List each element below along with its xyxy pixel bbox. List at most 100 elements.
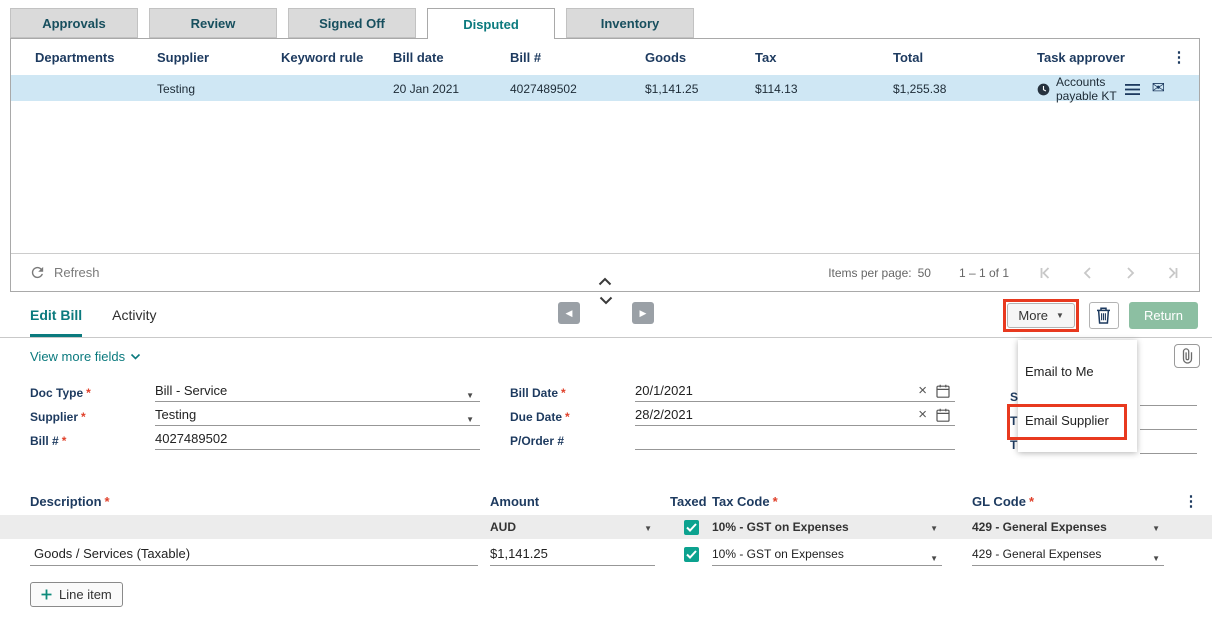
table-options-icon[interactable]	[1167, 48, 1191, 66]
line-items-header: Description * Amount Taxed Tax Code * GL C…	[0, 490, 1212, 512]
column-header-total: Total	[893, 49, 924, 65]
purchase-order-input[interactable]	[635, 430, 955, 450]
taxed-default-checkbox[interactable]	[683, 519, 699, 535]
caret-down-icon	[1056, 310, 1064, 321]
clear-icon[interactable]	[918, 382, 927, 400]
next-bill-button[interactable]	[632, 302, 654, 324]
summary-tax-label: T	[1010, 414, 1018, 428]
bills-table-header: Departments Supplier Keyword rule Bill d…	[11, 39, 1199, 75]
taxed-checkbox[interactable]	[683, 546, 699, 562]
refresh-icon	[29, 264, 46, 281]
tab-signed-off[interactable]: Signed Off	[288, 8, 416, 38]
previous-page-button[interactable]	[1079, 264, 1097, 282]
calendar-icon[interactable]	[936, 384, 950, 398]
description-value: Goods / Services (Taxable)	[34, 546, 191, 561]
add-line-item-button[interactable]: Line item	[30, 582, 123, 607]
currency-select[interactable]: AUD	[490, 520, 670, 534]
chevron-up-icon	[598, 277, 613, 286]
refresh-button[interactable]: Refresh	[29, 264, 100, 281]
task-approver-name: Accounts payable KT	[1056, 75, 1117, 103]
supplier-value: Testing	[155, 407, 197, 422]
delete-button[interactable]	[1088, 302, 1119, 329]
gl-code-default-select[interactable]: 429 - General Expenses	[972, 520, 1182, 534]
column-header-departments: Departments	[35, 49, 115, 65]
caret-down-icon	[644, 520, 652, 534]
bill-number-label: Bill # *	[30, 434, 67, 448]
caret-down-icon	[1152, 520, 1160, 534]
cell-total: $1,255.38	[893, 82, 947, 96]
page-range-label: 1 – 1 of 1	[958, 265, 1009, 280]
currency-value: AUD	[490, 520, 516, 534]
column-header-task-approver: Task approver	[1037, 49, 1125, 65]
caret-down-icon	[466, 386, 474, 401]
next-page-button[interactable]	[1121, 264, 1139, 282]
collapse-table-button[interactable]	[592, 275, 619, 288]
attachment-button[interactable]	[1174, 344, 1200, 368]
line-summary-icon[interactable]	[1124, 83, 1140, 95]
more-button[interactable]: More	[1007, 303, 1075, 328]
doc-type-select[interactable]: Bill - Service	[155, 382, 480, 402]
previous-bill-button[interactable]	[558, 302, 580, 324]
cell-bill-date: 20 Jan 2021	[393, 82, 460, 96]
summary-subtotal-label: S	[1010, 390, 1019, 404]
tax-code-select[interactable]: 10% - GST on Expenses	[712, 543, 942, 566]
refresh-label: Refresh	[54, 265, 100, 280]
detail-actions: More Return	[1003, 299, 1198, 332]
caret-down-icon	[1152, 549, 1160, 564]
calendar-icon[interactable]	[936, 408, 950, 422]
bill-date-value: 20/1/2021	[635, 383, 693, 398]
bill-date-label: Bill Date *	[510, 386, 566, 400]
last-page-button[interactable]	[1163, 264, 1181, 282]
menu-item-email-supplier[interactable]: Email Supplier	[1018, 406, 1137, 434]
due-date-input[interactable]: 28/2/2021	[635, 406, 955, 426]
table-row[interactable]: Testing 20 Jan 2021 4027489502 $1,141.25…	[11, 75, 1199, 103]
summary-total-label: T	[1010, 438, 1018, 452]
first-page-button[interactable]	[1037, 264, 1055, 282]
cell-goods: $1,141.25	[645, 82, 699, 96]
line-items-header-taxed: Taxed	[670, 493, 707, 509]
tab-edit-bill[interactable]: Edit Bill	[30, 292, 83, 337]
paginator: Items per page: 50 1 – 1 of 1	[828, 264, 1181, 282]
caret-down-icon	[930, 520, 938, 534]
tax-code-default-select[interactable]: 10% - GST on Expenses	[712, 520, 972, 534]
supplier-select[interactable]: Testing	[155, 406, 480, 426]
summary-subtotal-field[interactable]	[1140, 386, 1197, 406]
trash-icon	[1096, 307, 1111, 324]
amount-input[interactable]: $1,141.25	[490, 543, 655, 566]
gl-code-default-value: 429 - General Expenses	[972, 520, 1107, 534]
supplier-label: Supplier *	[30, 410, 86, 424]
items-per-page-label: Items per page:	[828, 265, 912, 280]
summary-tax-field[interactable]	[1140, 410, 1197, 430]
line-items-header-description: Description *	[30, 493, 110, 509]
description-input[interactable]: Goods / Services (Taxable)	[30, 543, 478, 566]
bill-number-input[interactable]: 4027489502	[155, 430, 480, 450]
view-more-fields-link[interactable]: View more fields	[30, 349, 141, 364]
add-line-item-label: Line item	[59, 587, 112, 602]
view-more-fields-label: View more fields	[30, 349, 126, 364]
detail-panel-header: Edit Bill Activity More	[0, 292, 1212, 338]
column-header-bill-date: Bill date	[393, 49, 444, 65]
tab-review[interactable]: Review	[149, 8, 277, 38]
envelope-icon[interactable]	[1152, 81, 1165, 97]
gl-code-select[interactable]: 429 - General Expenses	[972, 543, 1164, 566]
tab-inventory[interactable]: Inventory	[566, 8, 694, 38]
line-items-header-amount: Amount	[490, 493, 540, 509]
tab-activity[interactable]: Activity	[112, 292, 156, 337]
tab-approvals[interactable]: Approvals	[10, 8, 138, 38]
line-items-options-icon[interactable]	[1182, 492, 1200, 510]
clock-icon	[1037, 83, 1050, 96]
summary-total-field[interactable]	[1140, 434, 1197, 454]
status-tabbar: Approvals Review Signed Off Disputed Inv…	[10, 8, 694, 39]
cell-task-approver: Accounts payable KT	[1037, 75, 1167, 103]
collapse-panel-button[interactable]	[594, 295, 619, 306]
tab-disputed[interactable]: Disputed	[427, 8, 555, 39]
items-per-page-value[interactable]: 50	[918, 266, 931, 280]
caret-down-icon	[930, 549, 938, 564]
return-button[interactable]: Return	[1128, 302, 1198, 329]
line-items-defaults-row: AUD 10% - GST on Expenses 429 - General …	[0, 515, 1212, 539]
bill-date-input[interactable]: 20/1/2021	[635, 382, 955, 402]
table-footer: Refresh Items per page: 50 1 – 1 of 1	[11, 253, 1199, 291]
column-header-tax: Tax	[755, 49, 777, 65]
menu-item-email-to-me[interactable]: Email to Me	[1018, 352, 1137, 390]
clear-icon[interactable]	[918, 406, 927, 424]
